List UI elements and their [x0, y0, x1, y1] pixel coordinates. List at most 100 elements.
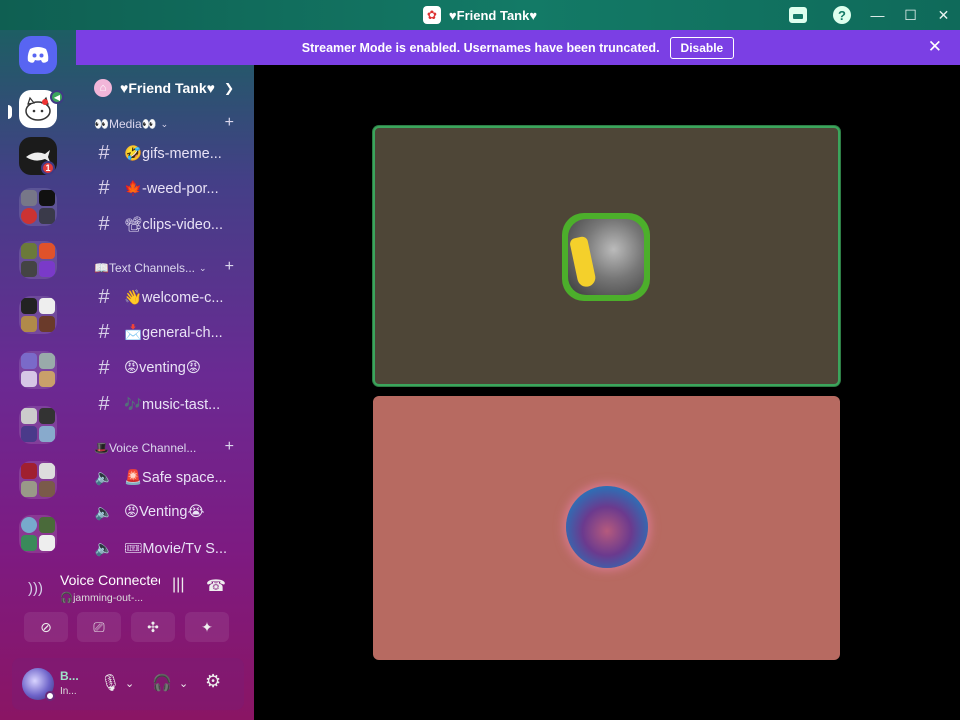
user-panel: B... In... 🎙 ⌄ 🎧 ⌄ ⚙: [12, 658, 244, 710]
hash-icon: #: [98, 356, 110, 379]
window-controls: ? — ☐ ✕: [773, 0, 960, 30]
server-home-icon: ⌂: [94, 79, 112, 97]
speaking-icon: ◀: [50, 90, 64, 104]
add-channel-button[interactable]: +: [225, 258, 234, 276]
banner-text: Streamer Mode is enabled. Usernames have…: [301, 40, 660, 55]
hash-icon: #: [98, 392, 110, 415]
server-folder-2[interactable]: [19, 241, 57, 279]
chevron-down-icon[interactable]: ⌄: [125, 677, 134, 690]
microphone-icon[interactable]: 🎙: [100, 673, 120, 693]
hash-icon: #: [98, 320, 110, 343]
speaker-icon: 🔈: [94, 540, 114, 557]
voice-channel-name[interactable]: 🎧jamming-out-...: [60, 591, 143, 604]
participant-avatar: [566, 486, 648, 568]
inbox-icon: [789, 7, 807, 23]
channel-label: 😡Venting😭: [124, 504, 205, 520]
gear-icon[interactable]: ⚙: [205, 671, 221, 692]
server-folder-6[interactable]: [19, 461, 57, 499]
headphones-icon[interactable]: 🎧: [152, 673, 172, 693]
voice-connected-title[interactable]: Voice Connected: [60, 572, 160, 588]
chevron-down-icon: ⌄: [160, 118, 169, 129]
close-icon: ✕: [937, 6, 950, 23]
noise-suppression-icon[interactable]: |||: [172, 576, 184, 594]
hash-icon: #: [98, 285, 110, 308]
disconnect-icon[interactable]: ☎: [206, 576, 226, 596]
category-voice-channels[interactable]: 🎩Voice Channel...: [94, 441, 196, 455]
help-button[interactable]: ?: [823, 0, 861, 30]
voice-channel-venting[interactable]: 🔈 😡Venting😭: [94, 498, 244, 526]
channel-venting[interactable]: # 😡venting😡: [94, 354, 244, 382]
category-media[interactable]: 👀Media👀 ⌄: [94, 117, 168, 131]
discord-home-button[interactable]: [19, 36, 57, 74]
voice-channel-movie-tv[interactable]: 🔈 🎟Movie/Tv S...: [94, 534, 244, 562]
minimize-icon: —: [870, 7, 885, 23]
signal-icon[interactable]: ))): [28, 580, 43, 597]
speaker-icon: 🔈: [94, 469, 114, 486]
voice-connection-panel: ))) Voice Connected 🎧jamming-out-... |||…: [12, 566, 244, 656]
channel-weed-porn[interactable]: # 🍁-weed-por...: [94, 174, 244, 202]
inbox-button[interactable]: [773, 0, 823, 30]
voice-channel-safe-space[interactable]: 🔈 🚨Safe space...: [94, 463, 244, 491]
hash-icon: #: [98, 212, 110, 235]
screen-share-icon: ⎚: [93, 618, 105, 635]
channel-music-taste[interactable]: # 🎶music-tast...: [94, 390, 244, 418]
hash-icon: #: [98, 141, 110, 164]
server-folder-7[interactable]: [19, 515, 57, 553]
server-folder-5[interactable]: [19, 406, 57, 444]
activities-icon: ✣: [147, 618, 159, 635]
category-label: 👀Media👀: [94, 117, 157, 131]
channel-label: 🤣gifs-meme...: [124, 145, 222, 162]
close-icon[interactable]: ✕: [928, 37, 942, 57]
soundboard-button[interactable]: ✦: [185, 612, 229, 642]
maximize-button[interactable]: ☐: [894, 0, 927, 30]
window-titlebar: ✿ ♥Friend Tank♥ ? — ☐ ✕: [0, 0, 960, 30]
unread-badge: 1: [41, 161, 55, 175]
activities-button[interactable]: ✣: [131, 612, 175, 642]
avatar-image: [568, 219, 644, 295]
chevron-down-icon[interactable]: ⌄: [179, 677, 188, 690]
channel-label: 🎶music-tast...: [124, 396, 221, 413]
chevron-down-icon[interactable]: ❯: [224, 81, 234, 95]
channel-list: ⌂ ♥Friend Tank♥ ❯ 👀Media👀 ⌄ + # 🤣gifs-me…: [76, 65, 254, 565]
window-title-text: ♥Friend Tank♥: [448, 7, 538, 23]
category-label: 🎩Voice Channel...: [94, 441, 197, 455]
participant-avatar: [562, 213, 650, 301]
server-name: ♥Friend Tank♥: [120, 80, 215, 96]
hello-kitty-icon: ✿: [422, 6, 441, 24]
banana-icon: [568, 235, 598, 289]
camera-off-icon: ⊘: [40, 618, 52, 635]
channel-label: 📽clips-video...: [124, 216, 223, 233]
close-window-button[interactable]: ✕: [927, 0, 960, 30]
disable-streamer-mode-button[interactable]: Disable: [669, 36, 735, 59]
status-icon: [45, 691, 55, 701]
server-folder-3[interactable]: [19, 296, 57, 334]
server-header[interactable]: ⌂ ♥Friend Tank♥: [94, 79, 215, 97]
channel-label: 📩general-ch...: [124, 324, 223, 341]
channel-welcome[interactable]: # 👋welcome-c...: [94, 283, 244, 311]
channel-label: 😡venting😡: [124, 360, 201, 376]
add-channel-button[interactable]: +: [225, 438, 234, 456]
server-folder-1[interactable]: [19, 188, 57, 226]
channel-clips-videos[interactable]: # 📽clips-video...: [94, 210, 244, 238]
streamer-mode-banner: Streamer Mode is enabled. Usernames have…: [76, 30, 960, 65]
soundboard-icon: ✦: [201, 618, 213, 635]
hello-kitty-server-icon: [25, 96, 51, 121]
window-title: ✿ ♥Friend Tank♥: [422, 6, 538, 24]
server-folder-4[interactable]: [19, 351, 57, 389]
screen-share-button[interactable]: ⎚: [77, 612, 121, 642]
help-icon: ?: [833, 6, 851, 24]
add-channel-button[interactable]: +: [225, 114, 234, 132]
channel-label: 👋welcome-c...: [124, 289, 224, 306]
username[interactable]: B...: [60, 669, 79, 683]
discord-logo-icon: [27, 47, 49, 63]
channel-label: 🍁-weed-por...: [124, 180, 219, 197]
minimize-button[interactable]: —: [861, 0, 894, 30]
chevron-down-icon: ⌄: [199, 262, 207, 273]
channel-general-chat[interactable]: # 📩general-ch...: [94, 318, 244, 346]
category-text-channels[interactable]: 📖Text Channels... ⌄: [94, 261, 207, 275]
selected-server-pill: [8, 105, 12, 119]
camera-off-button[interactable]: ⊘: [24, 612, 68, 642]
channel-gifs-memes[interactable]: # 🤣gifs-meme...: [94, 139, 244, 167]
channel-label: 🚨Safe space...: [124, 469, 227, 486]
speaker-icon: 🔈: [94, 504, 114, 521]
